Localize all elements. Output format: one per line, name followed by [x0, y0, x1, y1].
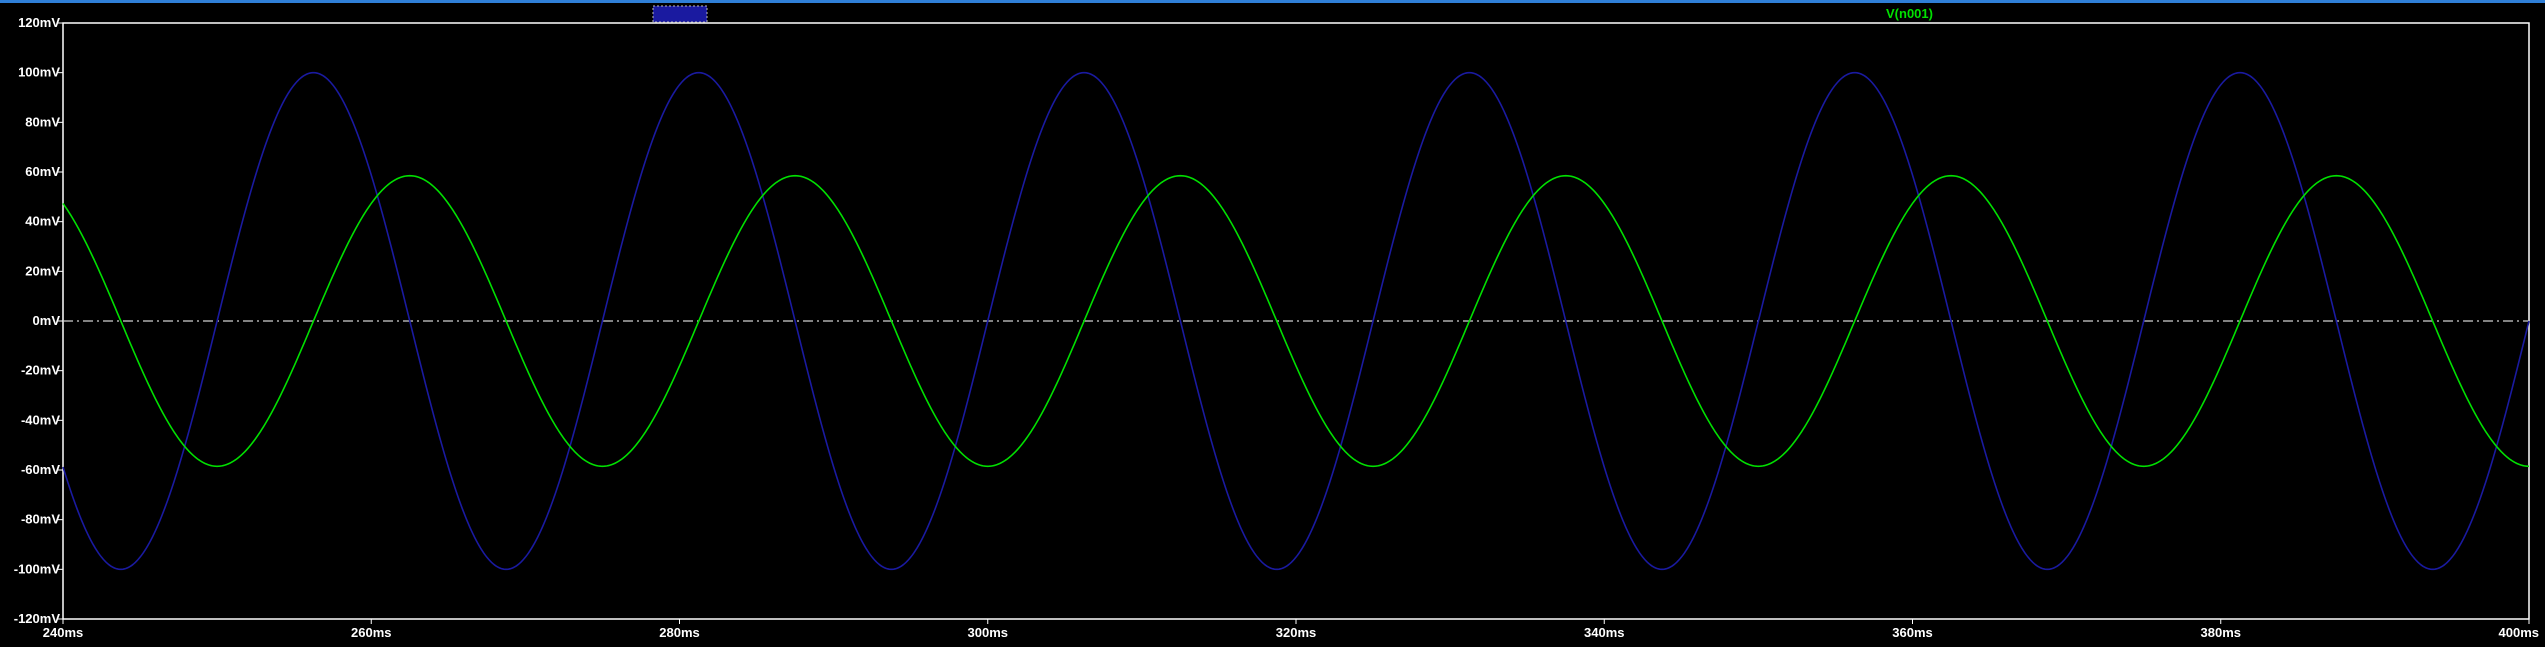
x-tick-label: 360ms: [1892, 625, 1932, 640]
y-tick-label: 20mV: [25, 263, 60, 278]
legend: V(n001): [652, 5, 1933, 23]
x-tick-label: 340ms: [1584, 625, 1624, 640]
y-tick-label: -80mV: [21, 512, 60, 527]
y-tick-label: 120mV: [18, 15, 60, 30]
y-tick-label: 100mV: [18, 65, 60, 80]
x-tick-label: 320ms: [1276, 625, 1316, 640]
y-tick-label: -100mV: [14, 561, 61, 576]
waveform-viewer[interactable]: 120mV 100mV 80mV 60mV 40mV 20mV 0mV -20mV -40mV -…: [0, 3, 2545, 647]
y-tick-label: 40mV: [25, 214, 60, 229]
x-tick-label: 260ms: [351, 625, 391, 640]
x-tick-label: 240ms: [43, 625, 83, 640]
x-tick-label: 280ms: [659, 625, 699, 640]
y-tick-label: 80mV: [25, 114, 60, 129]
legend-trace-v-in[interactable]: [652, 5, 708, 23]
x-axis-ticks: 240ms 260ms 280ms 300ms 320ms 340ms 360ms 380ms…: [43, 619, 2539, 640]
y-tick-label: -120mV: [14, 611, 61, 626]
x-tick-label: 300ms: [968, 625, 1008, 640]
y-tick-label: -40mV: [21, 412, 60, 427]
y-tick-label: -20mV: [21, 363, 60, 378]
y-axis-ticks: 120mV 100mV 80mV 60mV 40mV 20mV 0mV -20mV -40mV -…: [14, 15, 63, 626]
y-tick-label: 60mV: [25, 164, 60, 179]
waveform-plot[interactable]: 120mV 100mV 80mV 60mV 40mV 20mV 0mV -20mV -40mV -…: [0, 3, 2545, 647]
x-tick-label: 400ms: [2499, 625, 2539, 640]
x-tick-label: 380ms: [2201, 625, 2241, 640]
y-tick-label: 0mV: [33, 313, 61, 328]
y-tick-label: -60mV: [21, 462, 60, 477]
legend-trace-v-n001[interactable]: V(n001): [1886, 6, 1933, 21]
